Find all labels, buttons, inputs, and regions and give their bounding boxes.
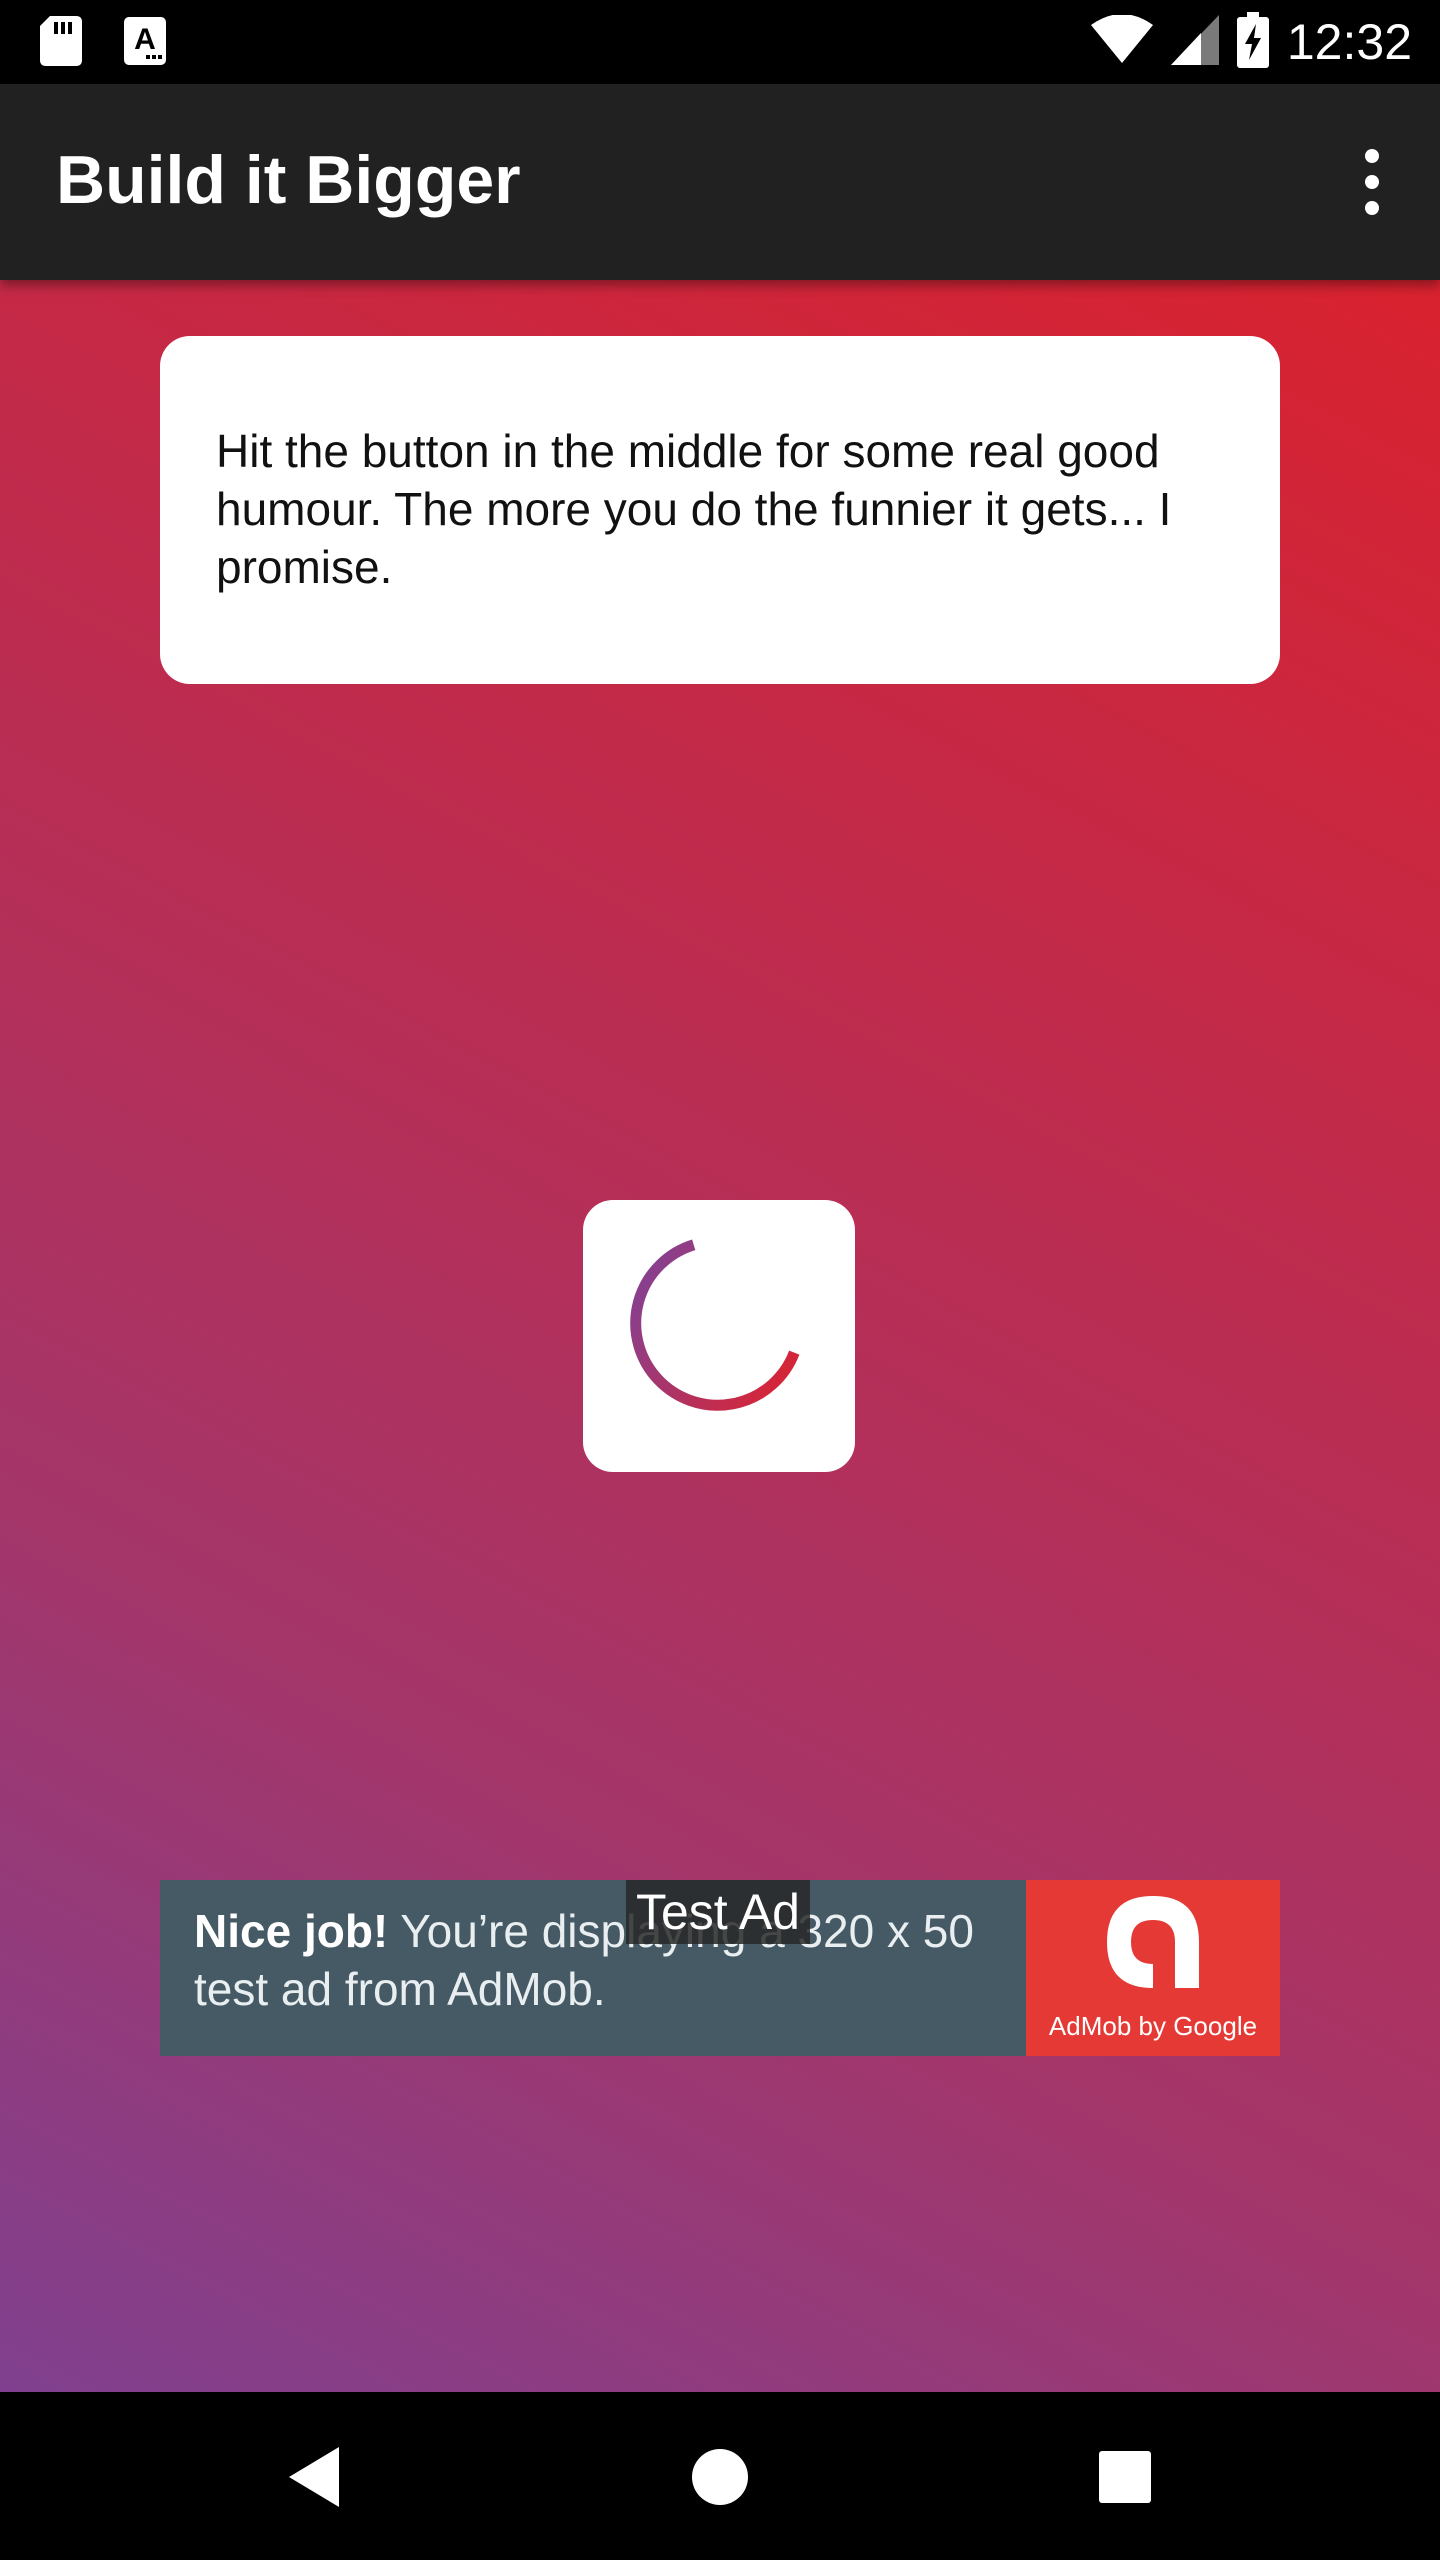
admob-logo-icon	[1103, 1892, 1203, 1996]
back-icon[interactable]	[270, 2432, 360, 2522]
progress-spinner-icon	[619, 1234, 819, 1438]
battery-charging-icon	[1236, 12, 1269, 72]
sd-card-icon	[40, 16, 82, 70]
main-content: Hit the button in the middle for some re…	[0, 280, 1440, 2392]
text-a-icon: A	[124, 17, 166, 69]
test-ad-label: Test Ad	[626, 1880, 810, 1944]
app-title: Build it Bigger	[56, 142, 521, 218]
screen: A 12:32 Build it Bigger Hit the button i…	[0, 0, 1440, 2560]
admob-logo: AdMob by Google	[1026, 1880, 1280, 2056]
ad-text-area: Nice job! You’re displaying a 320 x 50 t…	[160, 1880, 1026, 2056]
ad-text: Nice job! You’re displaying a 320 x 50 t…	[194, 1902, 1026, 2018]
nav-bar	[0, 2392, 1440, 2560]
wifi-icon	[1090, 14, 1153, 69]
recents-icon[interactable]	[1080, 2432, 1170, 2522]
status-time: 12:32	[1286, 14, 1412, 70]
signal-icon	[1170, 15, 1219, 69]
app-bar: Build it Bigger	[0, 84, 1440, 280]
instruction-text: Hit the button in the middle for some re…	[216, 425, 1172, 593]
status-bar: A 12:32	[0, 0, 1440, 84]
home-icon[interactable]	[675, 2432, 765, 2522]
more-vert-icon[interactable]	[1352, 146, 1392, 218]
svg-text:A: A	[134, 23, 156, 56]
tell-joke-button[interactable]	[583, 1200, 855, 1472]
instruction-card: Hit the button in the middle for some re…	[160, 336, 1280, 684]
ad-logo-caption: AdMob by Google	[1048, 2011, 1258, 2041]
ad-bold-text: Nice job!	[194, 1905, 389, 1957]
